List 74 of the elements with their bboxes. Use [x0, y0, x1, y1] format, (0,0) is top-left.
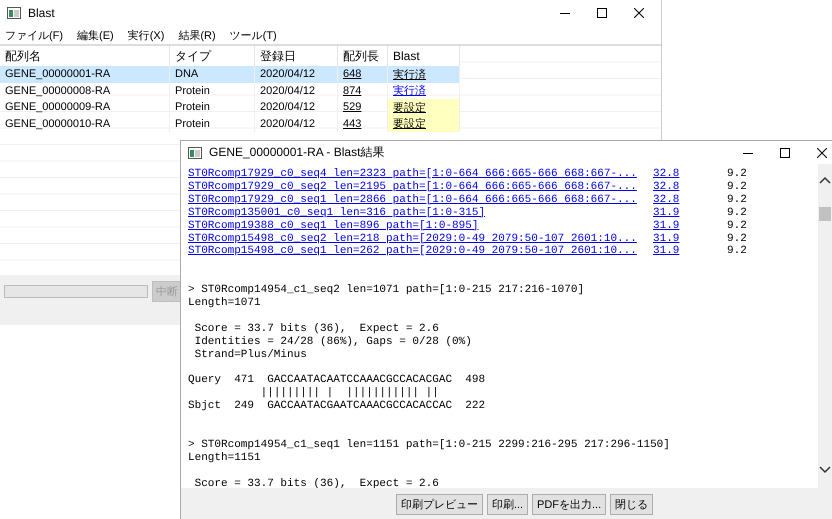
menu-item[interactable]: 結果(R): [178, 28, 216, 42]
scroll-up-icon[interactable]: [819, 176, 831, 185]
print-button[interactable]: 印刷...: [486, 494, 528, 515]
scroll-bar[interactable]: [818, 164, 832, 488]
evalue-text: 9.2: [727, 245, 748, 258]
hit-link[interactable]: ST0Rcomp17929_c0_seq2 len=2195 path=[1:0-664 666:665-666 668:667-...: [188, 180, 637, 194]
table-cell: Protein: [170, 99, 255, 116]
score-link[interactable]: 31.9: [653, 220, 680, 233]
table-cell: GENE_00000001-RA: [0, 66, 170, 82]
score-link[interactable]: 31.9: [653, 206, 680, 220]
evalue-text: 9.2: [727, 168, 748, 181]
status-link[interactable]: 実行済: [393, 83, 426, 98]
length-link[interactable]: 443: [343, 118, 362, 130]
alignment-header: > ST0Rcomp14954_c1_seq1 len=1151 path=[1:0-215 2299:216-295 217:296-1150]: [188, 438, 671, 452]
table-row[interactable]: GENE_00000010-RA Protein 2020/04/12 443 要設定: [0, 116, 460, 132]
alignment-line: Sbjct 249 GACCAATACGAATCAAACGCCACACCAC 222: [188, 400, 486, 414]
export-pdf-button[interactable]: PDFを出力...: [532, 494, 606, 515]
scroll-thumb[interactable]: [819, 207, 831, 221]
table-cell: 2020/04/12: [255, 116, 338, 132]
table-cell: 2020/04/12: [255, 66, 338, 82]
hit-link[interactable]: ST0Rcomp17929_c0_seq4 len=2323 path=[1:0-664 666:665-666 668:667-...: [188, 168, 637, 181]
stats-line: Score = 33.7 bits (36), Expect = 2.6: [194, 322, 440, 336]
menu-item[interactable]: ツール(T): [230, 28, 277, 42]
menu-item[interactable]: 編集(E): [77, 28, 114, 42]
table-cell: DNA: [170, 66, 255, 82]
table-cell: GENE_00000010-RA: [0, 116, 170, 132]
table-cell: 2020/04/12: [255, 99, 338, 116]
status-link[interactable]: 実行済: [393, 66, 426, 82]
table-cell: 2020/04/12: [255, 82, 338, 99]
hit-link[interactable]: ST0Rcomp135001_c0_seq1 len=316 path=[1:0-315]: [188, 206, 486, 220]
evalue-text: 9.2: [727, 232, 748, 246]
table-cell: GENE_00000009-RA: [0, 99, 170, 116]
length-text: Length=1071: [188, 297, 262, 310]
hit-link[interactable]: ST0Rcomp19388_c0_seq1 len=896 path=[1:0-895]: [188, 220, 478, 233]
stats-line: Score = 33.7 bits (36), Expect = 2.6: [194, 478, 440, 488]
hit-link[interactable]: ST0Rcomp15498_c0_seq2 len=218 path=[2029:0-49 2079:50-107 2601:10...: [188, 232, 637, 246]
table-row[interactable]: GENE_00000009-RA Protein 2020/04/12 529 要設定: [0, 99, 460, 116]
score-link[interactable]: 31.9: [653, 232, 680, 246]
menu-item[interactable]: 実行(X): [128, 28, 164, 42]
length-link[interactable]: 648: [343, 68, 362, 80]
score-link[interactable]: 32.8: [653, 168, 680, 181]
evalue-text: 9.2: [727, 180, 748, 194]
alignment-line: ||||||||| | ||||||||||| ||: [260, 387, 440, 400]
maximize-icon[interactable]: [780, 148, 790, 158]
table-row[interactable]: GENE_00000001-RA DNA 2020/04/12 648 実行済: [0, 66, 460, 82]
print-preview-button[interactable]: 印刷プレビュー: [396, 494, 483, 515]
window-app-icon: [188, 146, 202, 160]
score-link[interactable]: 32.8: [653, 194, 680, 207]
length-link[interactable]: 874: [343, 84, 362, 97]
close-icon[interactable]: [634, 8, 644, 18]
alignment-line: Query 471 GACCAATACAATCCAAACGCCACACGAC 498: [188, 374, 486, 387]
score-link[interactable]: 32.8: [653, 180, 680, 194]
scroll-down-icon[interactable]: [819, 465, 831, 474]
menu-item[interactable]: ファイル(F): [5, 28, 64, 42]
hit-link[interactable]: ST0Rcomp17929_c0_seq1 len=2866 path=[1:0-664 666:665-666 668:667-...: [188, 194, 637, 207]
table-cell: Protein: [170, 82, 255, 99]
length-link[interactable]: 529: [343, 101, 362, 114]
window-title: GENE_00000001-RA - Blast結果: [209, 144, 386, 161]
window-app-icon: [7, 6, 21, 20]
stats-line: Strand=Plus/Minus: [194, 348, 308, 362]
evalue-text: 9.2: [727, 220, 748, 233]
table-cell: GENE_00000008-RA: [0, 82, 170, 99]
hit-link[interactable]: ST0Rcomp15498_c0_seq1 len=262 path=[2029:0-49 2079:50-107 2601:10...: [188, 245, 637, 258]
table-cell: Protein: [170, 116, 255, 132]
close-button[interactable]: 閉じる: [610, 494, 654, 515]
evalue-text: 9.2: [727, 206, 748, 220]
length-text: Length=1151: [188, 452, 262, 465]
evalue-text: 9.2: [727, 194, 748, 207]
score-link[interactable]: 31.9: [653, 245, 680, 258]
close-icon[interactable]: [817, 148, 827, 158]
alignment-header: > ST0Rcomp14954_c1_seq2 len=1071 path=[1:0-215 217:216-1070]: [188, 284, 586, 297]
stats-line: Identities = 24/28 (86%), Gaps = 0/28 (0%): [194, 336, 473, 349]
window-title: Blast: [28, 6, 56, 20]
maximize-icon[interactable]: [597, 8, 607, 18]
